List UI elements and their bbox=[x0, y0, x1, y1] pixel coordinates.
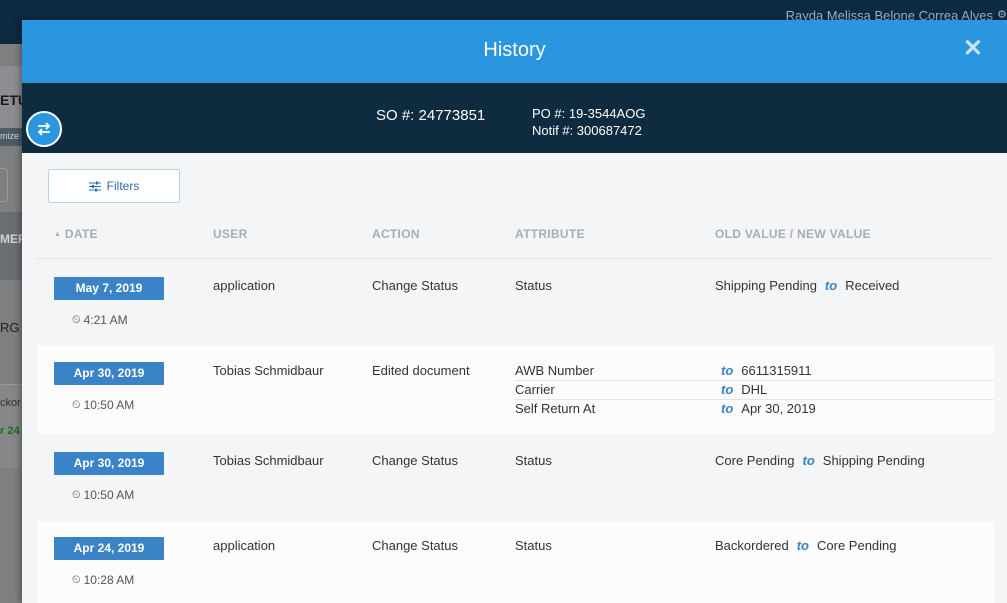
clock-icon: ⏲ bbox=[72, 573, 81, 586]
row-value-change: to 6611315911 bbox=[715, 363, 812, 378]
date-badge: Apr 30, 2019 bbox=[54, 362, 164, 385]
sub-row-divider bbox=[515, 399, 715, 400]
row-user: application bbox=[213, 278, 276, 293]
sub-row-divider bbox=[715, 380, 994, 381]
background-date-fragment: r 24 bbox=[0, 425, 20, 437]
new-value: DHL bbox=[741, 382, 768, 397]
row-attribute: Self Return At bbox=[515, 401, 596, 416]
background-text-fragment: RG bbox=[0, 320, 20, 335]
row-action: Change Status bbox=[372, 453, 459, 468]
to-connector: to bbox=[824, 278, 838, 293]
notif-number: Notif #: 300687472 bbox=[532, 123, 642, 138]
filters-button[interactable]: Filters bbox=[48, 169, 180, 203]
sub-row-divider bbox=[515, 380, 715, 381]
swap-arrows-icon bbox=[37, 122, 51, 136]
time-text: 4:21 AM bbox=[83, 313, 128, 327]
time-text: 10:28 AM bbox=[83, 573, 135, 587]
to-connector: to bbox=[721, 382, 734, 397]
history-row: Apr 30, 2019 ⏲ 10:50 AM Tobias Schmidbaur… bbox=[37, 345, 994, 434]
row-value-change: to Apr 30, 2019 bbox=[715, 401, 816, 416]
po-number: PO #: 19-3544AOG bbox=[532, 106, 646, 121]
modal-title: History bbox=[483, 39, 546, 61]
clock-icon: ⏲ bbox=[72, 488, 81, 501]
old-value: Backordered bbox=[715, 538, 789, 553]
column-header-date[interactable]: ▲ DATE bbox=[54, 227, 98, 241]
row-value-change: Core Pending to Shipping Pending bbox=[715, 453, 925, 468]
row-user: application bbox=[213, 538, 276, 553]
history-row: Apr 24, 2019 ⏲ 10:28 AM application Chang… bbox=[37, 521, 994, 603]
sliders-icon bbox=[88, 181, 101, 191]
column-header-values[interactable]: OLD VALUE / NEW VALUE bbox=[715, 227, 871, 241]
to-connector: to bbox=[802, 453, 815, 468]
old-value: Shipping Pending bbox=[715, 278, 817, 293]
new-value: Core Pending bbox=[817, 538, 897, 553]
row-time: ⏲ 10:50 AM bbox=[72, 398, 134, 412]
row-attribute: AWB Number bbox=[515, 363, 594, 378]
date-badge: May 7, 2019 bbox=[54, 277, 164, 300]
row-attribute: Status bbox=[515, 453, 552, 468]
so-number: SO #: 24773851 bbox=[376, 107, 486, 124]
history-modal: History ✕ SO #: 24773851 PO #: 19-3544AO… bbox=[22, 20, 1007, 603]
old-value: Core Pending bbox=[715, 453, 795, 468]
background-tab-fragment: mize bbox=[0, 131, 20, 141]
row-user: Tobias Schmidbaur bbox=[213, 363, 324, 378]
to-connector: to bbox=[721, 363, 734, 378]
row-user: Tobias Schmidbaur bbox=[213, 453, 324, 468]
background-page: ETU mize MER RG ckor r 24 bbox=[0, 44, 28, 603]
sort-up-icon: ▲ bbox=[54, 231, 62, 238]
row-attribute: Status bbox=[515, 538, 552, 553]
column-header-user[interactable]: USER bbox=[213, 227, 248, 241]
column-header-date-label: DATE bbox=[64, 227, 98, 241]
close-icon[interactable]: ✕ bbox=[963, 37, 983, 61]
row-action: Change Status bbox=[372, 278, 459, 293]
filters-label: Filters bbox=[106, 179, 140, 193]
gear-icon[interactable]: ⚙ bbox=[997, 8, 1007, 21]
time-text: 10:50 AM bbox=[83, 488, 135, 502]
to-connector: to bbox=[796, 538, 809, 553]
clock-icon: ⏲ bbox=[72, 398, 81, 411]
clock-icon: ⏲ bbox=[72, 313, 81, 326]
column-header-action[interactable]: ACTION bbox=[372, 227, 420, 241]
date-badge: Apr 30, 2019 bbox=[54, 452, 164, 475]
row-action: Edited document bbox=[372, 363, 470, 378]
row-attribute: Carrier bbox=[515, 382, 555, 397]
row-time: ⏲ 4:21 AM bbox=[72, 313, 128, 327]
po-notif-block: PO #: 19-3544AOG Notif #: 300687472 bbox=[532, 105, 645, 139]
background-input bbox=[0, 168, 8, 202]
row-time: ⏲ 10:28 AM bbox=[72, 573, 134, 587]
history-row: May 7, 2019 ⏲ 4:21 AM application Change … bbox=[37, 259, 994, 343]
date-badge: Apr 24, 2019 bbox=[54, 537, 164, 560]
new-value: Shipping Pending bbox=[822, 453, 925, 468]
background-status-fragment: ckor bbox=[0, 397, 21, 409]
new-value: 6611315911 bbox=[741, 363, 812, 378]
row-value-change: Backordered to Core Pending bbox=[715, 538, 897, 553]
time-text: 10:50 AM bbox=[83, 398, 135, 412]
swap-button[interactable] bbox=[26, 111, 62, 147]
sub-row-divider bbox=[715, 399, 994, 400]
column-header-attribute[interactable]: ATTRIBUTE bbox=[515, 227, 585, 241]
row-action: Change Status bbox=[372, 538, 459, 553]
row-attribute: Status bbox=[515, 278, 552, 293]
modal-header: History ✕ bbox=[22, 20, 1007, 83]
row-time: ⏲ 10:50 AM bbox=[72, 488, 134, 502]
to-connector: to bbox=[721, 401, 734, 416]
new-value: Apr 30, 2019 bbox=[741, 401, 816, 416]
new-value: Received bbox=[845, 278, 900, 293]
history-row: Apr 30, 2019 ⏲ 10:50 AM Tobias Schmidbaur… bbox=[37, 436, 994, 519]
order-info-bar: SO #: 24773851 PO #: 19-3544AOG Notif #:… bbox=[22, 83, 1007, 153]
row-value-change: to DHL bbox=[715, 382, 767, 397]
row-value-change: Shipping Pending to Received bbox=[715, 278, 899, 293]
